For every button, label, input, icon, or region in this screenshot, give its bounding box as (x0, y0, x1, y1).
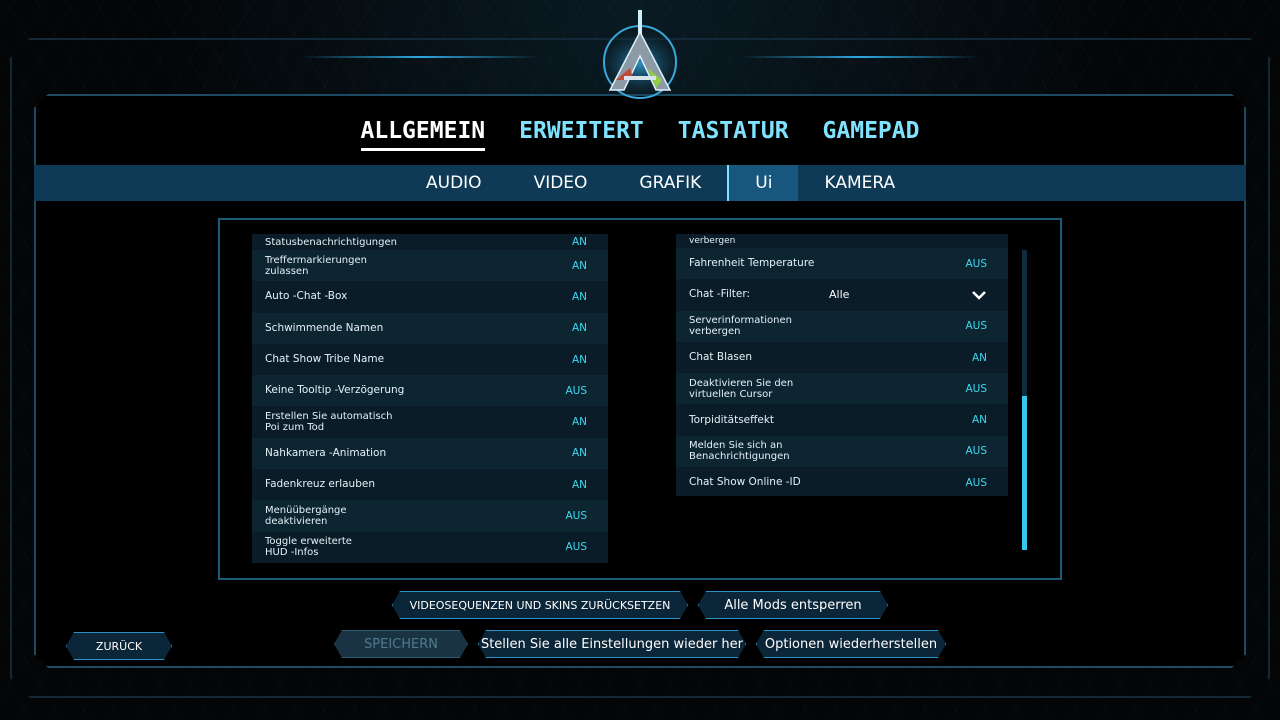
setting-label: Auto -Chat -Box (265, 290, 348, 303)
setting-label: Schwimmende Namen (265, 321, 384, 334)
setting-row[interactable]: Fadenkreuz erlauben AN (252, 469, 608, 501)
setting-value: AUS (965, 257, 987, 270)
top-tab-bar: ALLGEMEIN ERWEITERT TASTATUR GAMEPAD (0, 118, 1280, 151)
setting-label: verbergen (689, 236, 736, 246)
tab-erweitert[interactable]: ERWEITERT (519, 118, 644, 151)
setting-label: Toggle erweiterte HUD -Infos (265, 536, 352, 559)
glow-line-left (300, 56, 540, 58)
setting-value: AN (571, 478, 587, 491)
chat-filter-dropdown[interactable]: Chat -Filter: Alle (676, 279, 1008, 311)
setting-value: AN (571, 322, 587, 335)
setting-value: AN (971, 351, 987, 364)
setting-row[interactable]: Torpiditätseffekt AN (676, 404, 1008, 436)
setting-row[interactable]: verbergen (676, 234, 1008, 248)
setting-row[interactable]: Auto -Chat -Box AN (252, 281, 608, 313)
setting-row[interactable]: Keine Tooltip -Verzögerung AUS (252, 375, 608, 407)
restore-all-settings-button[interactable]: Stellen Sie alle Einstellungen wieder he… (478, 630, 746, 658)
setting-label: Melden Sie sich an Benachrichtigungen (689, 440, 790, 463)
setting-row[interactable]: Schwimmende Namen AN (252, 312, 608, 344)
subtab-video[interactable]: VIDEO (508, 165, 614, 201)
unlock-mods-button[interactable]: Alle Mods entsperren (698, 591, 888, 619)
right-settings-list: verbergen Fahrenheit Temperature AUS Cha… (676, 234, 1008, 496)
setting-label: Fahrenheit Temperature (689, 257, 815, 270)
chat-filter-value: Alle (829, 288, 850, 302)
restore-options-button[interactable]: Optionen wiederherstellen (756, 630, 946, 658)
save-button[interactable]: SPEICHERN (334, 630, 468, 658)
subtab-ui[interactable]: Ui (727, 165, 799, 201)
setting-label: Statusbenachrichtigungen (265, 237, 397, 248)
setting-label: Chat Blasen (689, 351, 753, 364)
subtab-kamera[interactable]: KAMERA (798, 165, 921, 201)
setting-label: Chat -Filter: (689, 288, 751, 301)
tab-allgemein[interactable]: ALLGEMEIN (360, 118, 486, 151)
left-settings-list: Statusbenachrichtigungen AN Treffermarki… (252, 234, 608, 564)
setting-row[interactable]: Menüübergänge deaktivieren AUS (252, 500, 608, 532)
setting-row[interactable]: Erstellen Sie automatisch Poi zum Tod AN (252, 406, 608, 438)
setting-label: Fadenkreuz erlauben (265, 478, 375, 491)
setting-row[interactable]: Treffermarkierungen zulassen AN (252, 250, 608, 282)
setting-label: Menüübergänge deaktivieren (265, 505, 347, 528)
setting-value: AUS (565, 541, 587, 554)
setting-value: AN (571, 259, 587, 272)
setting-row[interactable]: Melden Sie sich an Benachrichtigungen AU… (676, 435, 1008, 468)
setting-label: Nahkamera -Animation (265, 446, 387, 459)
setting-value: AN (571, 416, 587, 429)
setting-value: AUS (565, 510, 587, 523)
setting-row[interactable]: Fahrenheit Temperature AUS (676, 248, 1008, 280)
setting-value: AN (571, 447, 587, 460)
reset-videos-skins-button[interactable]: VIDEOSEQUENZEN UND SKINS ZURÜCKSETZEN (392, 591, 688, 619)
setting-value: AN (571, 236, 587, 248)
setting-row[interactable]: Statusbenachrichtigungen AN (252, 234, 608, 250)
setting-value: AN (571, 353, 587, 366)
setting-row[interactable]: Chat Show Online -ID AUS (676, 467, 1008, 496)
setting-label: Torpiditätseffekt (689, 413, 775, 426)
setting-label: Treffermarkierungen zulassen (265, 254, 367, 277)
scrollbar-thumb[interactable] (1022, 396, 1027, 550)
back-button[interactable]: ZURÜCK (66, 632, 172, 660)
setting-label: Serverinformationen verbergen (689, 315, 792, 338)
glow-line-right (740, 56, 980, 58)
tab-tastatur[interactable]: TASTATUR (678, 118, 789, 151)
setting-row[interactable]: Nahkamera -Animation AN (252, 437, 608, 470)
setting-label: Deaktivieren Sie den virtuellen Cursor (689, 377, 794, 400)
setting-row[interactable]: Toggle erweiterte HUD -Infos AUS (252, 531, 608, 563)
setting-label: Keine Tooltip -Verzögerung (265, 384, 405, 397)
setting-value: AN (971, 414, 987, 427)
subtab-grafik[interactable]: GRAFIK (613, 165, 727, 201)
setting-value: AUS (965, 445, 987, 458)
setting-value: AUS (965, 382, 987, 395)
ark-logo-icon (590, 10, 690, 100)
setting-value: AUS (565, 384, 587, 397)
subtab-audio[interactable]: AUDIO (400, 165, 508, 201)
setting-value: AUS (965, 320, 987, 333)
chevron-down-icon (972, 291, 986, 300)
setting-row[interactable]: Chat Show Tribe Name AN (252, 343, 608, 376)
setting-value: AN (571, 290, 587, 303)
setting-row[interactable]: Deaktivieren Sie den virtuellen Cursor A… (676, 373, 1008, 405)
tab-gamepad[interactable]: GAMEPAD (823, 118, 920, 151)
setting-label: Erstellen Sie automatisch Poi zum Tod (265, 411, 393, 434)
sub-tab-bar: AUDIO VIDEO GRAFIK Ui KAMERA (34, 165, 1246, 201)
setting-row[interactable]: Chat Blasen AN (676, 341, 1008, 374)
setting-label: Chat Show Tribe Name (265, 353, 385, 366)
setting-value: AUS (965, 476, 987, 489)
setting-row[interactable]: Serverinformationen verbergen AUS (676, 310, 1008, 342)
setting-label: Chat Show Online -ID (689, 476, 801, 489)
